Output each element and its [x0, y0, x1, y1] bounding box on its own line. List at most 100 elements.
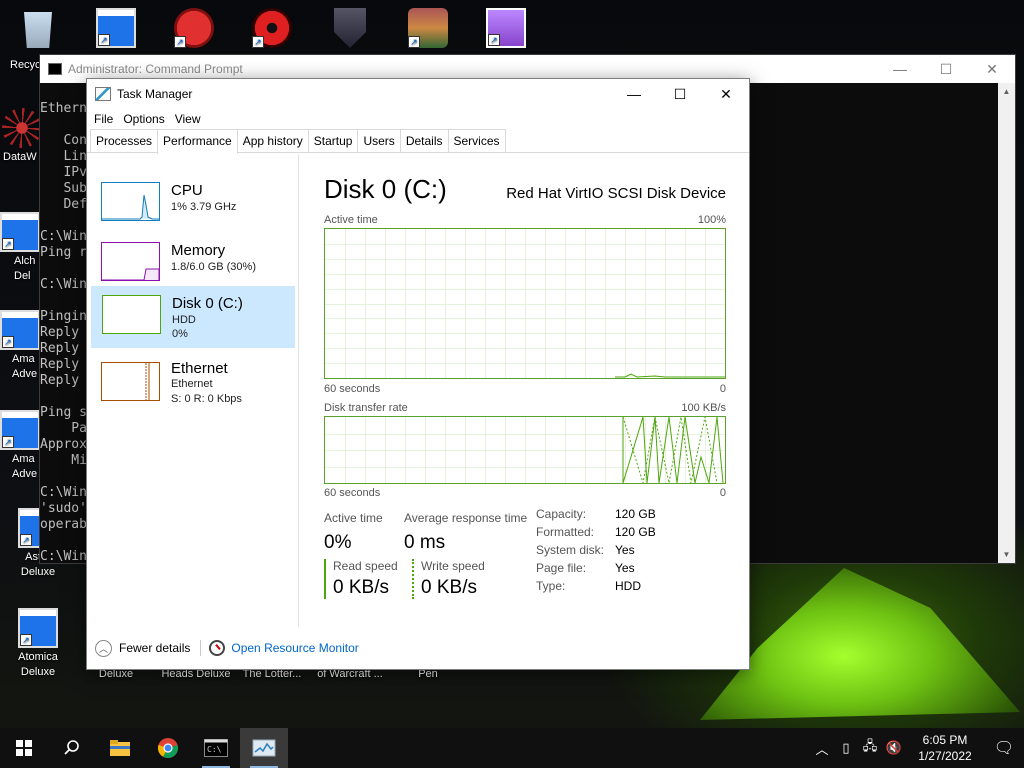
app-icon: ↗ [96, 8, 136, 48]
clock[interactable]: 6:05 PM 1/27/2022 [906, 732, 984, 764]
tab-startup[interactable]: Startup [307, 129, 359, 152]
character-icon: ↗ [408, 8, 448, 48]
desktop-icon-shield[interactable] [314, 8, 386, 50]
ethernet-mini-graph [145, 363, 150, 400]
resource-disk[interactable]: Disk 0 (C:) HDD 0% [91, 286, 295, 348]
property-key: Type: [536, 579, 566, 593]
start-icon [16, 740, 32, 756]
memory-mini-graph [102, 268, 159, 280]
scroll-down-icon[interactable]: ▼ [998, 546, 1015, 563]
stat-label: Read speed [333, 559, 398, 573]
transfer-rate-plot [325, 416, 725, 484]
chrome-icon [157, 738, 179, 758]
desktop-icon-label: Recyc [10, 59, 41, 71]
property-row: Formatted: 120 GB [536, 525, 656, 543]
tab-users[interactable]: Users [357, 129, 401, 152]
stat-label: Write speed [421, 559, 485, 573]
file-explorer-button[interactable] [96, 728, 144, 768]
tab-processes[interactable]: Processes [90, 129, 159, 152]
cmd-scrollbar[interactable]: ▲ ▼ [998, 83, 1015, 563]
resource-detail: 1.8/6.0 GB (30%) [171, 261, 256, 273]
maximize-button[interactable]: ☐ [657, 79, 703, 109]
desktop-icon-app[interactable]: ↗ [80, 8, 152, 50]
property-row: Page file: Yes [536, 561, 656, 579]
resource-cpu[interactable]: CPU 1% 3.79 GHz [91, 174, 295, 236]
property-value: HDD [615, 579, 641, 593]
desktop-icon-atomica[interactable]: ↗ Atomica Deluxe [2, 608, 74, 680]
tab-performance[interactable]: Performance [157, 129, 238, 154]
property-row: System disk: Yes [536, 543, 656, 561]
tablet-icon[interactable]: ▯ [834, 740, 858, 756]
graph1-label: Active time [324, 214, 378, 226]
shield-icon [334, 8, 366, 48]
resource-throughput: S: 0 R: 0 Kbps [171, 393, 242, 405]
stat-read-speed: Read speed 0 KB/s [324, 559, 398, 599]
property-key: System disk: [536, 543, 605, 557]
property-key: Page file: [536, 561, 587, 575]
notification-icon[interactable]: 🗨 [984, 738, 1024, 758]
tab-bar: Processes Performance App history Startu… [87, 129, 749, 154]
task-manager-taskbar-button[interactable] [240, 728, 288, 768]
transfer-rate-graph [324, 416, 726, 484]
ethernet-thumbnail [101, 362, 160, 401]
cpu-mini-graph [102, 194, 159, 220]
stat-active-time: Active time 0% [324, 511, 383, 554]
task-manager-icon [95, 87, 111, 101]
stat-write-speed: Write speed 0 KB/s [412, 559, 485, 599]
tab-services[interactable]: Services [447, 129, 506, 152]
minimize-button[interactable]: — [611, 79, 657, 109]
resource-detail: Ethernet [171, 378, 213, 390]
desktop-icon-radiation[interactable]: ↗ [236, 8, 308, 50]
recycle-bin-icon [24, 12, 52, 48]
radiation-icon: ↗ [252, 8, 292, 48]
chevron-up-icon[interactable]: ︿ [810, 739, 834, 758]
start-button[interactable] [0, 728, 48, 768]
desktop-icon-label: Atomica Deluxe [18, 651, 58, 678]
file-explorer-icon [110, 740, 130, 756]
desktop-icon-character[interactable]: ↗ [392, 8, 464, 50]
desktop-icon-cocktail[interactable]: ↗ [470, 8, 542, 50]
scroll-up-icon[interactable]: ▲ [998, 83, 1015, 100]
fewer-details-link[interactable]: Fewer details [119, 641, 190, 655]
tab-app-history[interactable]: App history [236, 129, 309, 152]
detail-title: Disk 0 (C:) [324, 174, 447, 204]
stat-value: 0 ms [404, 532, 446, 553]
app-icon: ↗ [0, 310, 40, 350]
desktop-icon-recycle-bin[interactable]: Recyc [2, 8, 74, 71]
property-value: 120 GB [615, 507, 656, 521]
menu-options[interactable]: Options [118, 109, 169, 129]
system-tray: ︿ ▯ 🖧 🔇 6:05 PM 1/27/2022 🗨 [810, 728, 1024, 768]
resource-detail: HDD [172, 314, 196, 326]
desktop-icon-red-creature[interactable]: ↗ [158, 8, 230, 50]
tm-titlebar[interactable]: Task Manager — ☐ ✕ [87, 79, 749, 109]
tab-details[interactable]: Details [399, 129, 449, 152]
graph1-min: 0 [719, 383, 726, 395]
open-resource-monitor-link[interactable]: Open Resource Monitor [231, 641, 358, 655]
maximize-button[interactable]: ☐ [923, 55, 969, 83]
command-prompt-taskbar-button[interactable]: C:\ [192, 728, 240, 768]
detail-device: Red Hat VirtIO SCSI Disk Device [506, 185, 726, 202]
red-creature-icon: ↗ [174, 8, 214, 48]
menu-file[interactable]: File [89, 109, 118, 129]
clock-time: 6:05 PM [922, 733, 968, 747]
volume-muted-icon[interactable]: 🔇 [882, 740, 906, 756]
close-button[interactable]: ✕ [969, 55, 1015, 83]
close-button[interactable]: ✕ [703, 79, 749, 109]
property-value: 120 GB [615, 525, 656, 539]
menu-view[interactable]: View [170, 109, 206, 129]
stat-value: 0% [324, 532, 352, 553]
resource-ethernet[interactable]: Ethernet Ethernet S: 0 R: 0 Kbps [91, 354, 295, 416]
minimize-button[interactable]: — [877, 55, 923, 83]
resource-name: Disk 0 (C:) [172, 295, 243, 312]
app-icon: ↗ [18, 608, 58, 648]
svg-text:C:\: C:\ [207, 745, 222, 754]
property-row: Capacity: 120 GB [536, 507, 656, 525]
network-icon[interactable]: 🖧 [858, 737, 882, 759]
chrome-button[interactable] [144, 728, 192, 768]
clock-date: 1/27/2022 [918, 749, 972, 763]
chevron-up-icon[interactable]: ︿ [95, 639, 112, 657]
search-button[interactable] [48, 728, 96, 768]
taskbar: C:\ ︿ ▯ 🖧 🔇 6:05 PM 1/27/2022 🗨 [0, 728, 1024, 768]
task-manager-window[interactable]: Task Manager — ☐ ✕ File Options View Pro… [86, 78, 750, 670]
property-row: Type: HDD [536, 579, 656, 597]
